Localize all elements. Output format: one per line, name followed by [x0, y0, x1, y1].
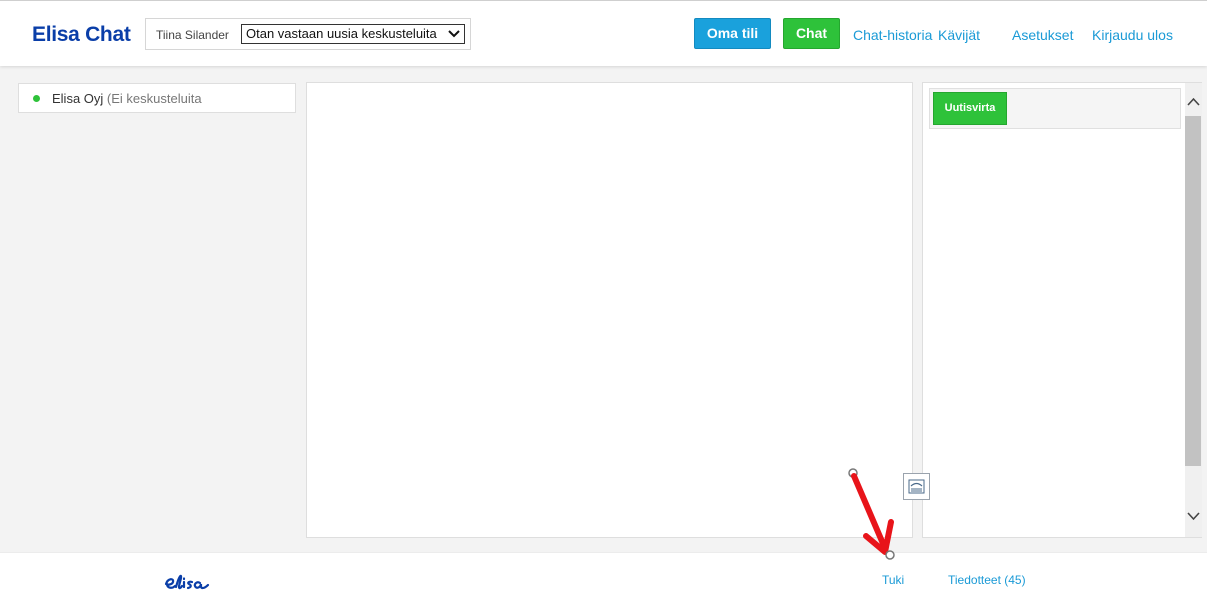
nav-logout[interactable]: Kirjaudu ulos	[1092, 27, 1173, 43]
contact-status: (Ei keskusteluita	[106, 91, 202, 106]
app-logo[interactable]: Elisa Chat	[32, 23, 131, 47]
status-select[interactable]: Otan vastaan uusia keskusteluita	[241, 24, 465, 44]
chevron-up-icon[interactable]	[1185, 93, 1202, 111]
footer-notices-link[interactable]: Tiedotteet (45)	[948, 573, 1026, 587]
nav-visitors[interactable]: Kävijät	[938, 27, 980, 43]
footer-support-link[interactable]: Tuki	[882, 573, 904, 587]
online-status-icon	[33, 95, 40, 102]
user-name: Tiina Silander	[156, 28, 229, 42]
chat-button[interactable]: Chat	[783, 18, 840, 49]
print-preview-glyph	[908, 479, 925, 494]
nav-chat-history[interactable]: Chat-historia	[853, 27, 932, 43]
nav-settings[interactable]: Asetukset	[1012, 27, 1073, 43]
news-feed-button[interactable]: Uutisvirta	[933, 92, 1007, 125]
status-selector-box: Tiina Silander Otan vastaan uusia keskus…	[145, 18, 471, 50]
page-footer: Tuki Tiedotteet (45)	[0, 552, 1207, 603]
scrollbar-thumb[interactable]	[1185, 116, 1201, 466]
top-header: Elisa Chat Tiina Silander Otan vastaan u…	[0, 0, 1207, 66]
contact-name: Elisa Oyj	[52, 91, 104, 106]
contact-list-item[interactable]: Elisa Oyj (Ei keskusteluita	[18, 83, 296, 113]
print-preview-icon[interactable]	[903, 473, 930, 500]
account-button[interactable]: Oma tili	[694, 18, 771, 49]
chat-panel	[306, 82, 913, 538]
news-toolbar: Uutisvirta	[929, 88, 1181, 129]
status-selected-value: Otan vastaan uusia keskusteluita	[246, 26, 437, 41]
news-panel: Uutisvirta	[922, 82, 1202, 538]
chevron-down-icon[interactable]	[1185, 507, 1202, 525]
elisa-logo	[164, 574, 210, 590]
chevron-down-icon	[448, 30, 460, 38]
